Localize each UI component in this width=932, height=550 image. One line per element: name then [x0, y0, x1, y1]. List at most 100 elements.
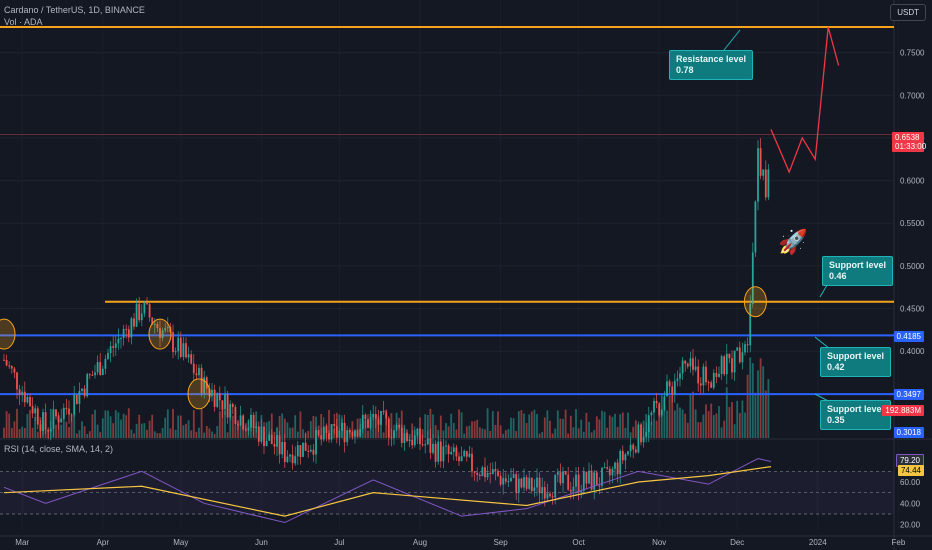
- volume-bar: [564, 409, 567, 438]
- volume-legend[interactable]: Vol · ADA: [4, 17, 43, 27]
- candle-body: [172, 332, 174, 353]
- volume-bars: [3, 357, 770, 438]
- candle-body: [328, 433, 330, 440]
- volume-bar: [497, 411, 499, 438]
- volume-bar: [307, 430, 310, 438]
- volume-bar: [455, 429, 458, 438]
- volume-bar: [265, 422, 268, 438]
- volume-bar: [634, 420, 637, 438]
- candle-body: [302, 442, 304, 457]
- candle-body: [679, 373, 681, 379]
- volume-bar: [746, 374, 749, 438]
- candle-body: [62, 407, 65, 419]
- candle-body: [276, 435, 278, 447]
- volume-bar: [294, 415, 297, 438]
- candle-body: [320, 435, 323, 440]
- candle-body: [364, 414, 367, 420]
- candle-body: [733, 350, 736, 373]
- candle-body: [658, 403, 661, 416]
- volume-bar: [424, 414, 427, 438]
- volume-bar: [127, 408, 130, 438]
- candle-body: [637, 424, 640, 453]
- volume-bar: [382, 432, 385, 438]
- volume-tag: 192.883M: [882, 405, 924, 416]
- volume-bar: [559, 418, 562, 438]
- candle-body: [216, 393, 219, 407]
- candle-body: [767, 169, 770, 198]
- candle-body: [395, 424, 398, 431]
- time-tick-label: Oct: [572, 538, 585, 547]
- candle-body: [190, 354, 193, 364]
- candle-body: [114, 343, 117, 348]
- candle-body: [138, 303, 141, 321]
- candle-body: [179, 337, 182, 357]
- volume-bar: [510, 417, 512, 438]
- volume-bar: [562, 418, 564, 438]
- currency-button[interactable]: USDT: [890, 4, 926, 21]
- volume-bar: [686, 422, 689, 438]
- candle-body: [632, 444, 635, 450]
- trading-chart[interactable]: 0.75000.70000.65000.60000.55000.50000.45…: [0, 0, 932, 550]
- callout-value: 0.42: [827, 362, 845, 372]
- candle-body: [403, 433, 406, 444]
- volume-bar: [91, 414, 94, 438]
- candle-body: [460, 456, 463, 462]
- volume-bar: [99, 432, 102, 438]
- candle-body: [377, 418, 380, 425]
- candle-body: [117, 338, 120, 344]
- volume-bar: [489, 430, 492, 438]
- volume-bar: [213, 433, 216, 438]
- candle-body: [286, 456, 289, 463]
- volume-bar: [86, 433, 89, 438]
- volume-bar: [281, 413, 284, 438]
- candle-body: [712, 372, 715, 388]
- symbol-legend[interactable]: Cardano / TetherUS, 1D, BINANCE: [4, 5, 145, 15]
- price-tick-label: 0.7500: [900, 49, 925, 58]
- candle-body: [411, 439, 414, 446]
- time-tick-label: Sep: [493, 538, 508, 547]
- rsi-legend[interactable]: RSI (14, close, SMA, 14, 2): [4, 444, 113, 454]
- candle-body: [606, 467, 609, 469]
- candle-body: [312, 449, 315, 455]
- candle-body: [148, 304, 151, 318]
- volume-bar: [239, 424, 242, 438]
- rsi-tick-label: 60.00: [900, 478, 921, 487]
- candle-body: [429, 438, 432, 453]
- support-callout-035[interactable]: Support level 0.35: [820, 400, 892, 430]
- candle-body: [619, 450, 622, 475]
- volume-bar: [172, 408, 174, 438]
- candle-body: [681, 360, 684, 374]
- volume-bar: [595, 416, 598, 438]
- volume-bar: [302, 429, 304, 438]
- candle-body: [361, 414, 364, 429]
- support-callout-046[interactable]: Support level 0.46: [822, 256, 894, 286]
- countdown: 01:33:00: [895, 142, 927, 151]
- resistance-callout[interactable]: Resistance level 0.78: [669, 50, 754, 80]
- candle-body: [104, 358, 107, 369]
- candle-body: [31, 406, 34, 414]
- candle-body: [645, 432, 648, 437]
- volume-bar: [728, 406, 731, 438]
- candle-body: [393, 430, 395, 438]
- volume-bar: [135, 423, 138, 438]
- volume-bar: [21, 426, 24, 438]
- touch-highlight-circle: [148, 318, 172, 350]
- volume-bar: [751, 363, 754, 438]
- candle-body: [707, 382, 710, 384]
- candle-body: [52, 409, 55, 429]
- candle-body: [333, 424, 336, 427]
- candle-body: [673, 380, 676, 395]
- candle-body: [629, 444, 632, 452]
- time-tick-label: Mar: [15, 538, 29, 547]
- volume-bar: [543, 417, 546, 438]
- candle-body: [242, 415, 245, 430]
- volume-bar: [177, 415, 180, 438]
- candle-body: [218, 393, 221, 401]
- volume-bar: [190, 430, 193, 438]
- volume-bar: [673, 410, 676, 438]
- candle-body: [39, 424, 42, 432]
- candle-body: [718, 373, 720, 377]
- candle-body: [234, 407, 237, 425]
- support-callout-042[interactable]: Support level 0.42: [820, 347, 892, 377]
- volume-bar: [556, 410, 559, 438]
